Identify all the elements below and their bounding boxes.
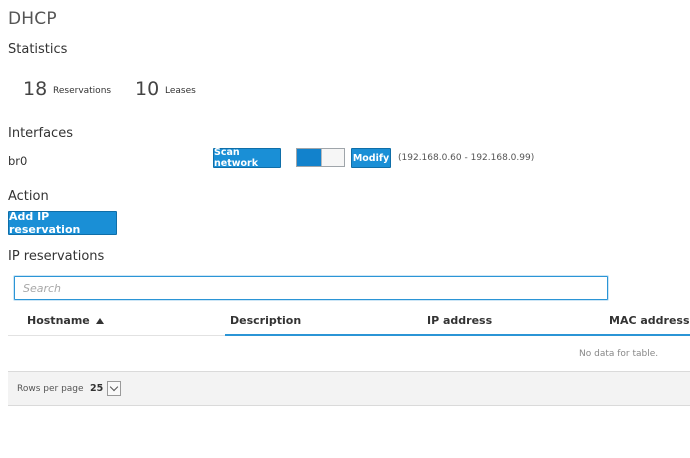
reservations-count: 18 bbox=[23, 78, 48, 100]
dhcp-range: (192.168.0.60 - 192.168.0.99) bbox=[398, 153, 535, 163]
empty-table-message: No data for table. bbox=[579, 349, 659, 359]
interfaces-heading: Interfaces bbox=[8, 126, 73, 141]
modify-button[interactable]: Modify bbox=[351, 148, 391, 168]
reservations-label: Reservations bbox=[53, 86, 112, 96]
leases-label: Leases bbox=[165, 86, 196, 96]
interface-enable-toggle[interactable] bbox=[296, 148, 345, 167]
rows-per-page-dropdown[interactable] bbox=[107, 381, 121, 396]
page-title: DHCP bbox=[8, 9, 57, 29]
column-description[interactable]: Description bbox=[230, 314, 301, 327]
column-mac-address[interactable]: MAC address bbox=[609, 314, 690, 327]
search-input[interactable] bbox=[14, 276, 608, 300]
add-ip-reservation-button[interactable]: Add IP reservation bbox=[8, 210, 117, 236]
scan-network-button[interactable]: Scan network bbox=[213, 147, 281, 169]
column-ip-address[interactable]: IP address bbox=[427, 314, 492, 327]
header-divider-active bbox=[225, 334, 690, 336]
header-divider bbox=[8, 335, 225, 336]
sort-ascending-icon bbox=[95, 317, 104, 324]
column-hostname[interactable]: Hostname bbox=[27, 314, 104, 327]
chevron-down-icon bbox=[109, 382, 119, 392]
ip-reservations-heading: IP reservations bbox=[8, 249, 105, 264]
table-header: Hostname Description IP address MAC addr… bbox=[8, 306, 690, 336]
toggle-off-segment bbox=[321, 149, 344, 166]
rows-per-page-label: Rows per page bbox=[17, 384, 84, 394]
column-hostname-label: Hostname bbox=[27, 314, 90, 327]
table-footer: Rows per page 25 bbox=[8, 371, 690, 406]
toggle-on-segment bbox=[297, 149, 321, 166]
statistics-heading: Statistics bbox=[8, 42, 68, 57]
action-heading: Action bbox=[8, 189, 49, 204]
interface-name: br0 bbox=[8, 154, 28, 168]
rows-per-page-value: 25 bbox=[90, 383, 104, 394]
leases-count: 10 bbox=[135, 78, 160, 100]
